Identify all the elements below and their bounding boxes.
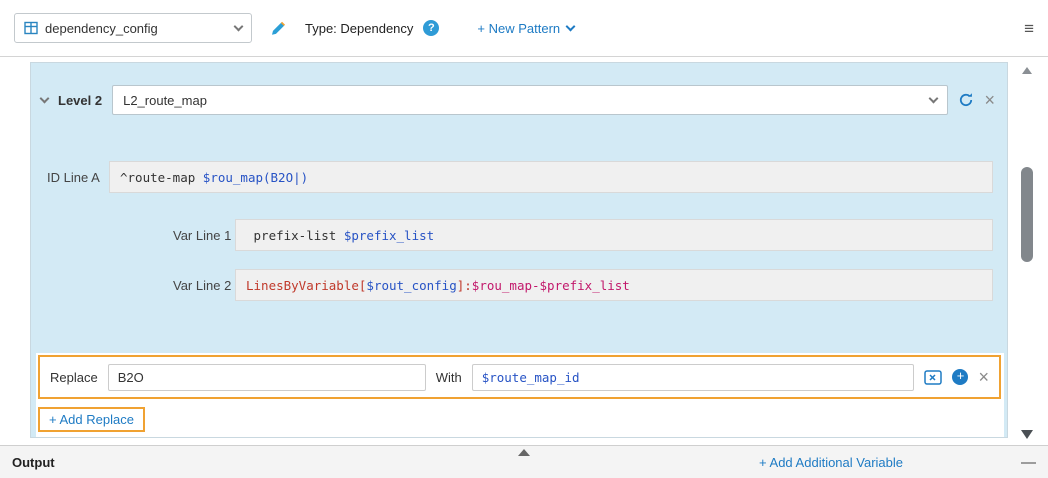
chevron-down-icon — [234, 22, 244, 32]
var-line-1-field[interactable]: prefix-list $prefix_list — [235, 219, 993, 251]
add-additional-variable-link[interactable]: + Add Additional Variable — [759, 455, 903, 470]
chevron-down-icon — [566, 22, 576, 32]
help-icon[interactable]: ? — [423, 20, 439, 36]
variable-picker-button[interactable] — [924, 370, 942, 385]
scroll-down-icon[interactable] — [1021, 430, 1033, 439]
collapse-panel-handle[interactable] — [518, 449, 530, 456]
level2-panel: Level 2 L2_route_map × ID Line A ^route-… — [30, 62, 1008, 438]
remove-replace-button[interactable]: × — [978, 368, 989, 386]
replace-label: Replace — [50, 370, 98, 385]
scrollbar-thumb[interactable] — [1021, 167, 1033, 262]
pattern-editor-area: Level 2 L2_route_map × ID Line A ^route-… — [0, 56, 1048, 445]
replace-input[interactable] — [108, 364, 426, 391]
id-line-a-field[interactable]: ^route-map $rou_map(B2O|) — [109, 161, 993, 193]
add-replace-button[interactable]: + Add Replace — [38, 407, 145, 432]
var-line-2-row: Var Line 2 LinesByVariable[ $rout_config… — [173, 269, 993, 301]
add-icon[interactable]: + — [952, 369, 968, 385]
edit-pattern-button[interactable] — [270, 20, 287, 37]
var-line-2-seg3: ]: — [457, 278, 472, 293]
var-line-2-seg4: $rou_map-$prefix_list — [472, 278, 630, 293]
id-line-a-row: ID Line A ^route-map $rou_map(B2O|) — [47, 161, 993, 193]
var-line-2-seg1: LinesByVariable[ — [246, 278, 366, 293]
replace-row: Replace With + × — [38, 355, 1001, 399]
var-line-1-row: Var Line 1 prefix-list $prefix_list — [173, 219, 993, 251]
refresh-icon — [958, 92, 974, 108]
with-input[interactable] — [472, 364, 915, 391]
level2-name-value: L2_route_map — [123, 93, 930, 108]
replace-section: Replace With + × + Add Replace — [36, 353, 1004, 437]
scroll-up-icon[interactable] — [1022, 67, 1032, 74]
pencil-icon — [270, 20, 287, 37]
formula-icon — [924, 370, 942, 385]
chevron-down-icon — [929, 94, 939, 104]
table-icon — [24, 21, 38, 35]
new-pattern-label: + New Pattern — [477, 21, 560, 36]
output-title: Output — [12, 455, 55, 470]
level2-header-row: Level 2 L2_route_map × — [41, 85, 995, 115]
collapse-chevron-icon[interactable] — [40, 94, 50, 104]
pattern-select-value: dependency_config — [45, 21, 228, 36]
var-line-2-label: Var Line 2 — [173, 278, 235, 293]
type-label: Type: Dependency — [305, 21, 413, 36]
id-line-a-variable: $rou_map(B2O|) — [203, 170, 308, 185]
refresh-button[interactable] — [958, 92, 974, 108]
new-pattern-link[interactable]: + New Pattern — [477, 21, 574, 36]
vertical-scrollbar[interactable] — [1019, 67, 1036, 439]
remove-level-button[interactable]: × — [984, 91, 995, 109]
var-line-1-variable: $prefix_list — [344, 228, 434, 243]
output-bar: Output + Add Additional Variable — — [0, 445, 1048, 478]
minimize-icon[interactable]: — — [1021, 455, 1036, 470]
level2-label: Level 2 — [58, 93, 102, 108]
var-line-1-label: Var Line 1 — [173, 228, 235, 243]
top-toolbar: dependency_config Type: Dependency ? + N… — [0, 0, 1048, 56]
pattern-select[interactable]: dependency_config — [14, 13, 252, 43]
menu-icon[interactable]: ≡ — [1024, 20, 1034, 37]
id-line-a-text: ^route-map — [120, 170, 203, 185]
id-line-a-label: ID Line A — [47, 170, 109, 185]
with-label: With — [436, 370, 462, 385]
level2-name-select[interactable]: L2_route_map — [112, 85, 948, 115]
var-line-2-seg2: $rout_config — [366, 278, 456, 293]
var-line-2-field[interactable]: LinesByVariable[ $rout_config ]: $rou_ma… — [235, 269, 993, 301]
var-line-1-text: prefix-list — [246, 228, 344, 243]
